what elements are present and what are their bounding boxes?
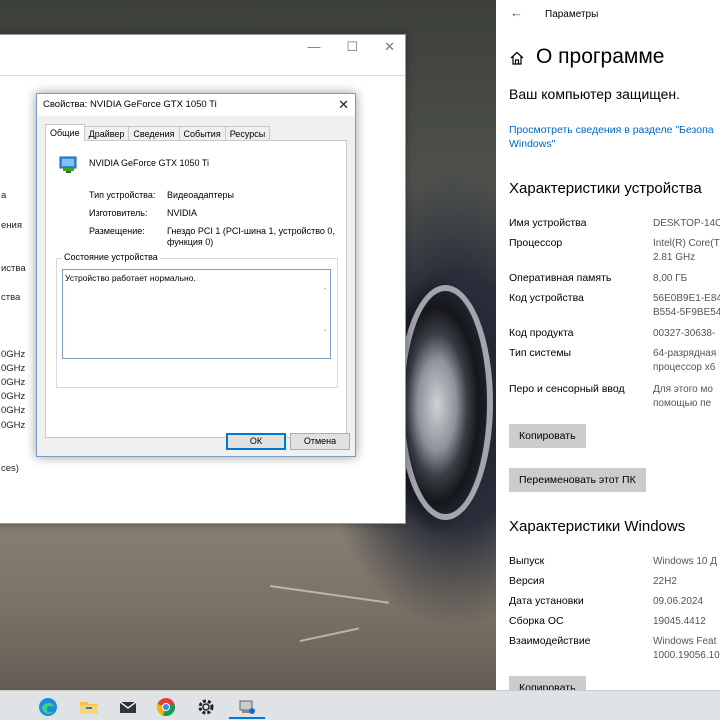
spec-label-install-date: Дата установки [509, 595, 584, 607]
home-icon[interactable] [509, 50, 525, 66]
dialog-title: Свойства: NVIDIA GeForce GTX 1050 Ti [43, 99, 217, 110]
spec-value-pen-touch: Для этого мо помощью пе [653, 384, 713, 409]
spec-value-product-id: 00327-30638- [653, 328, 716, 339]
device-manager-icon[interactable] [236, 696, 258, 718]
settings-app-title: Параметры [545, 9, 599, 20]
minimize-icon[interactable]: — [307, 39, 320, 55]
location-value: Гнездо PCI 1 (PCI-шина 1, устройство 0, … [167, 226, 335, 247]
cancel-button[interactable]: Отмена [290, 433, 350, 450]
dialog-tabs: Общие Драйвер Сведения События Ресурсы [45, 124, 271, 141]
spec-label-device-name: Имя устройства [509, 217, 587, 229]
device-status-textbox[interactable]: Устройство работает нормально. ⌃ ⌄ [62, 269, 331, 359]
copy-device-specs-button[interactable]: Копировать [509, 424, 586, 448]
security-details-link[interactable]: Просмотреть сведения в разделе "Безопа W… [509, 123, 720, 151]
settings-gear-icon[interactable] [195, 696, 217, 718]
mail-icon[interactable] [117, 696, 139, 718]
scroll-up-icon[interactable]: ⌃ [322, 273, 328, 311]
spec-value-experience: Windows Feat 1000.19056.10 [653, 636, 720, 661]
spec-value-os-build: 19045.4412 [653, 616, 706, 627]
tab-general[interactable]: Общие [45, 124, 85, 141]
dialog-titlebar[interactable]: Свойства: NVIDIA GeForce GTX 1050 Ti ✕ [37, 94, 355, 116]
spec-label-experience: Взаимодействие [509, 635, 591, 647]
background-text-fragment: 0GHz [1, 363, 26, 374]
device-specs-heading: Характеристики устройства [509, 180, 702, 197]
spec-label-product-id: Код продукта [509, 327, 574, 339]
background-text-fragment: ства [1, 292, 21, 303]
device-status-text: Устройство работает нормально. [65, 273, 196, 283]
tab-events[interactable]: События [178, 126, 226, 141]
background-text-fragment: 0GHz [1, 391, 26, 402]
copy-windows-specs-button[interactable]: Копировать [509, 676, 586, 690]
spec-value-version: 22H2 [653, 576, 677, 587]
active-app-indicator [229, 717, 265, 719]
background-text-fragment: a [1, 190, 7, 201]
location-label: Размещение: [89, 226, 145, 236]
taskbar [0, 690, 720, 720]
spec-label-device-id: Код устройства [509, 292, 584, 304]
settings-window[interactable]: ← Параметры О программе Ваш компьютер за… [496, 0, 720, 690]
page-title: О программе [536, 45, 665, 68]
manufacturer-value: NVIDIA [167, 208, 198, 218]
scroll-down-icon[interactable]: ⌄ [322, 311, 328, 349]
spec-value-processor: Intel(R) Core(T 2.81 GHz [653, 238, 720, 263]
device-name: NVIDIA GeForce GTX 1050 Ti [89, 158, 210, 168]
ok-button[interactable]: ОК [226, 433, 286, 450]
background-text-fragment: 0GHz [1, 420, 26, 431]
close-icon[interactable]: ✕ [338, 94, 349, 116]
background-text-fragment: ces) [1, 463, 19, 474]
spec-label-edition: Выпуск [509, 555, 545, 567]
device-status-group: Состояние устройства Устройство работает… [56, 252, 338, 388]
background-text-fragment: 0GHz [1, 377, 26, 388]
display-adapter-icon [59, 156, 77, 173]
spec-label-os-build: Сборка ОС [509, 615, 564, 627]
windows-specs-heading: Характеристики Windows [509, 518, 686, 535]
device-properties-dialog[interactable]: Свойства: NVIDIA GeForce GTX 1050 Ti ✕ О… [36, 93, 356, 457]
spec-label-pen-touch: Перо и сенсорный ввод [509, 383, 625, 395]
maximize-icon[interactable]: ☐ [346, 39, 358, 55]
spec-label-system-type: Тип системы [509, 347, 572, 359]
background-text-fragment: ения [1, 220, 22, 231]
general-tab-panel: NVIDIA GeForce GTX 1050 Ti Тип устройств… [45, 140, 347, 438]
spec-value-install-date: 09.06.2024 [653, 596, 704, 607]
background-text-fragment: 0GHz [1, 405, 26, 416]
divider [0, 75, 405, 76]
protection-status: Ваш компьютер защищен. [509, 86, 681, 102]
spec-label-version: Версия [509, 575, 545, 587]
spec-value-ram: 8,00 ГБ [653, 273, 688, 284]
tab-driver[interactable]: Драйвер [83, 126, 130, 141]
device-type-value: Видеоадаптеры [167, 190, 234, 200]
chrome-icon[interactable] [155, 696, 177, 718]
spec-label-ram: Оперативная память [509, 272, 612, 284]
spec-label-processor: Процессор [509, 237, 563, 249]
settings-titlebar[interactable]: ← Параметры [496, 0, 720, 30]
device-status-label: Состояние устройства [62, 252, 160, 262]
background-text-fragment: иства [1, 263, 26, 274]
spec-value-device-name: DESKTOP-14C [653, 218, 720, 229]
spec-value-device-id: 56E0B9E1-E84 B554-5F9BE54 [653, 293, 720, 318]
spec-value-system-type: 64-разрядная процессор x6 [653, 348, 717, 373]
close-icon[interactable]: ✕ [384, 39, 395, 55]
spec-value-edition: Windows 10 Д [653, 556, 718, 567]
file-explorer-icon[interactable] [78, 696, 100, 718]
rename-pc-button[interactable]: Переименовать этот ПК [509, 468, 646, 492]
tab-details[interactable]: Сведения [128, 126, 180, 141]
scrollbar[interactable]: ⌃ ⌄ [322, 273, 328, 349]
wallpaper-wheel-rim [398, 285, 493, 520]
back-arrow-icon[interactable]: ← [510, 5, 523, 20]
manufacturer-label: Изготовитель: [89, 208, 148, 218]
edge-icon[interactable] [37, 696, 59, 718]
background-text-fragment: 0GHz [1, 349, 26, 360]
tab-resources[interactable]: Ресурсы [224, 126, 271, 141]
background-window-titlebar[interactable]: — ☐ ✕ [0, 35, 405, 59]
device-type-label: Тип устройства: [89, 190, 156, 200]
